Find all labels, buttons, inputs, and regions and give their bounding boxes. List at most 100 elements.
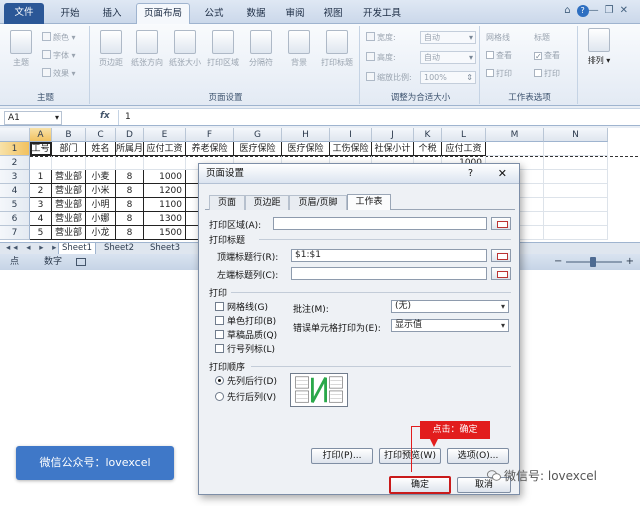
column-header-b[interactable]: B <box>52 128 86 142</box>
zoom-in-icon[interactable]: + <box>626 254 634 270</box>
restore-icon[interactable]: ❐ <box>605 5 620 16</box>
row-header-1[interactable]: 1 <box>0 142 30 156</box>
minimize-icon[interactable]: — <box>589 5 605 16</box>
arrange-button[interactable]: 排列 ▾ <box>582 28 616 66</box>
print-area-button[interactable]: 打印区域 <box>206 30 240 68</box>
cell-e1[interactable]: 应付工资 <box>144 142 186 156</box>
cell-d6[interactable]: 8 <box>116 212 144 226</box>
breaks-button[interactable]: 分隔符 <box>244 30 278 68</box>
zoom-slider[interactable]: − + <box>554 254 634 270</box>
down-then-over-radio[interactable]: 先列后行(D) <box>215 374 277 387</box>
cell-d1[interactable]: 所属月 <box>116 142 144 156</box>
cell-h1[interactable]: 医疗保险 <box>282 142 330 156</box>
effects-button[interactable]: 效果 ▾ <box>42 68 76 79</box>
row-header-5[interactable]: 5 <box>0 198 30 212</box>
cell-n5[interactable] <box>544 198 608 212</box>
cell-b3[interactable]: 营业部 <box>52 170 86 184</box>
colors-button[interactable]: 颜色 ▾ <box>42 32 76 43</box>
tab-file[interactable]: 文件 <box>4 3 44 24</box>
column-header-a[interactable]: A <box>30 128 52 142</box>
cell-d5[interactable]: 8 <box>116 198 144 212</box>
ok-button[interactable]: 确定 <box>389 476 451 494</box>
gridlines-view-checkbox[interactable]: 查看 <box>486 50 512 61</box>
cell-n4[interactable] <box>544 184 608 198</box>
tab-review[interactable]: 审阅 <box>280 4 310 24</box>
help-icon[interactable]: ? <box>576 5 589 17</box>
column-header-g[interactable]: G <box>234 128 282 142</box>
over-then-down-radio[interactable]: 先行后列(V) <box>215 390 276 403</box>
formula-input[interactable]: 1 <box>118 110 636 125</box>
headings-view-checkbox[interactable]: 查看 <box>534 50 560 61</box>
zoom-out-icon[interactable]: − <box>554 254 562 270</box>
tab-page[interactable]: 页面 <box>209 195 245 210</box>
top-rows-collapse-icon[interactable] <box>491 249 511 262</box>
close-icon[interactable]: ✕ <box>498 164 507 184</box>
draft-quality-checkbox[interactable]: 草稿品质(Q) <box>215 328 277 341</box>
cell-c3[interactable]: 小麦 <box>86 170 116 184</box>
options-button[interactable]: 选项(O)... <box>447 448 509 464</box>
print-titles-button[interactable]: 打印标题 <box>320 30 354 68</box>
comments-select[interactable]: (无) ▾ <box>391 300 509 313</box>
row-col-headings-checkbox[interactable]: 行号列标(L) <box>215 342 275 355</box>
cell-i1[interactable]: 工伤保险 <box>330 142 372 156</box>
headings-print-checkbox[interactable]: 打印 <box>534 68 560 79</box>
row-header-3[interactable]: 3 <box>0 170 30 184</box>
tab-formulas[interactable]: 公式 <box>196 4 232 24</box>
column-header-i[interactable]: I <box>330 128 372 142</box>
tab-sheet[interactable]: 工作表 <box>347 194 391 210</box>
cell-l1[interactable]: 应付工资 <box>442 142 486 156</box>
cell-c1[interactable]: 姓名 <box>86 142 116 156</box>
column-header-n[interactable]: N <box>544 128 608 142</box>
cell-a7[interactable]: 5 <box>30 226 52 240</box>
column-header-k[interactable]: K <box>414 128 442 142</box>
cell-a4[interactable]: 2 <box>30 184 52 198</box>
tab-margins[interactable]: 页边距 <box>245 195 289 210</box>
cell-b7[interactable]: 营业部 <box>52 226 86 240</box>
cell-a3[interactable]: 1 <box>30 170 52 184</box>
sheet-tab-sheet3[interactable]: Sheet3 <box>150 243 180 254</box>
row-header-4[interactable]: 4 <box>0 184 30 198</box>
cell-b6[interactable]: 营业部 <box>52 212 86 226</box>
minimize-ribbon-icon[interactable]: ⌂ <box>564 5 576 16</box>
print-area-input[interactable] <box>273 217 487 230</box>
scale-spinner[interactable]: 100% ⇕ <box>420 71 476 84</box>
orientation-button[interactable]: 纸张方向 <box>130 30 164 68</box>
print-area-collapse-icon[interactable] <box>491 217 511 230</box>
cell-e4[interactable]: 1200 <box>144 184 186 198</box>
cell-c7[interactable]: 小龙 <box>86 226 116 240</box>
column-header-l[interactable]: L <box>442 128 486 142</box>
cell-f1[interactable]: 养老保险 <box>186 142 234 156</box>
tab-insert[interactable]: 插入 <box>94 4 130 24</box>
cell-e2[interactable] <box>144 156 186 170</box>
print-button[interactable]: 打印(P)... <box>311 448 373 464</box>
cell-e5[interactable]: 1100 <box>144 198 186 212</box>
column-header-e[interactable]: E <box>144 128 186 142</box>
tab-home[interactable]: 开始 <box>52 4 88 24</box>
cell-b4[interactable]: 营业部 <box>52 184 86 198</box>
column-header-f[interactable]: F <box>186 128 234 142</box>
width-combo[interactable]: 自动 ▾ <box>420 31 476 44</box>
black-and-white-checkbox[interactable]: 单色打印(B) <box>215 314 276 327</box>
column-header-c[interactable]: C <box>86 128 116 142</box>
cell-e6[interactable]: 1300 <box>144 212 186 226</box>
print-preview-button[interactable]: 打印预览(W) <box>379 448 441 464</box>
top-rows-input[interactable]: $1:$1 <box>291 249 487 262</box>
cell-b1[interactable]: 部门 <box>52 142 86 156</box>
tab-developer[interactable]: 开发工具 <box>356 4 408 24</box>
fx-icon[interactable]: fx <box>100 111 110 121</box>
cell-a1[interactable]: 工号 <box>30 142 52 156</box>
close-icon[interactable]: ✕ <box>620 5 634 16</box>
cell-a5[interactable]: 3 <box>30 198 52 212</box>
name-box[interactable]: A1 ▾ <box>4 111 62 125</box>
cell-d3[interactable]: 8 <box>116 170 144 184</box>
column-header-d[interactable]: D <box>116 128 144 142</box>
cell-d4[interactable]: 8 <box>116 184 144 198</box>
cell-c2[interactable] <box>86 156 116 170</box>
cell-c6[interactable]: 小娜 <box>86 212 116 226</box>
cell-n7[interactable] <box>544 226 608 240</box>
sheet-tab-sheet2[interactable]: Sheet2 <box>104 243 134 254</box>
cell-n1[interactable] <box>544 142 608 156</box>
cell-a6[interactable]: 4 <box>30 212 52 226</box>
cell-e7[interactable]: 1500 <box>144 226 186 240</box>
cell-e3[interactable]: 1000 <box>144 170 186 184</box>
